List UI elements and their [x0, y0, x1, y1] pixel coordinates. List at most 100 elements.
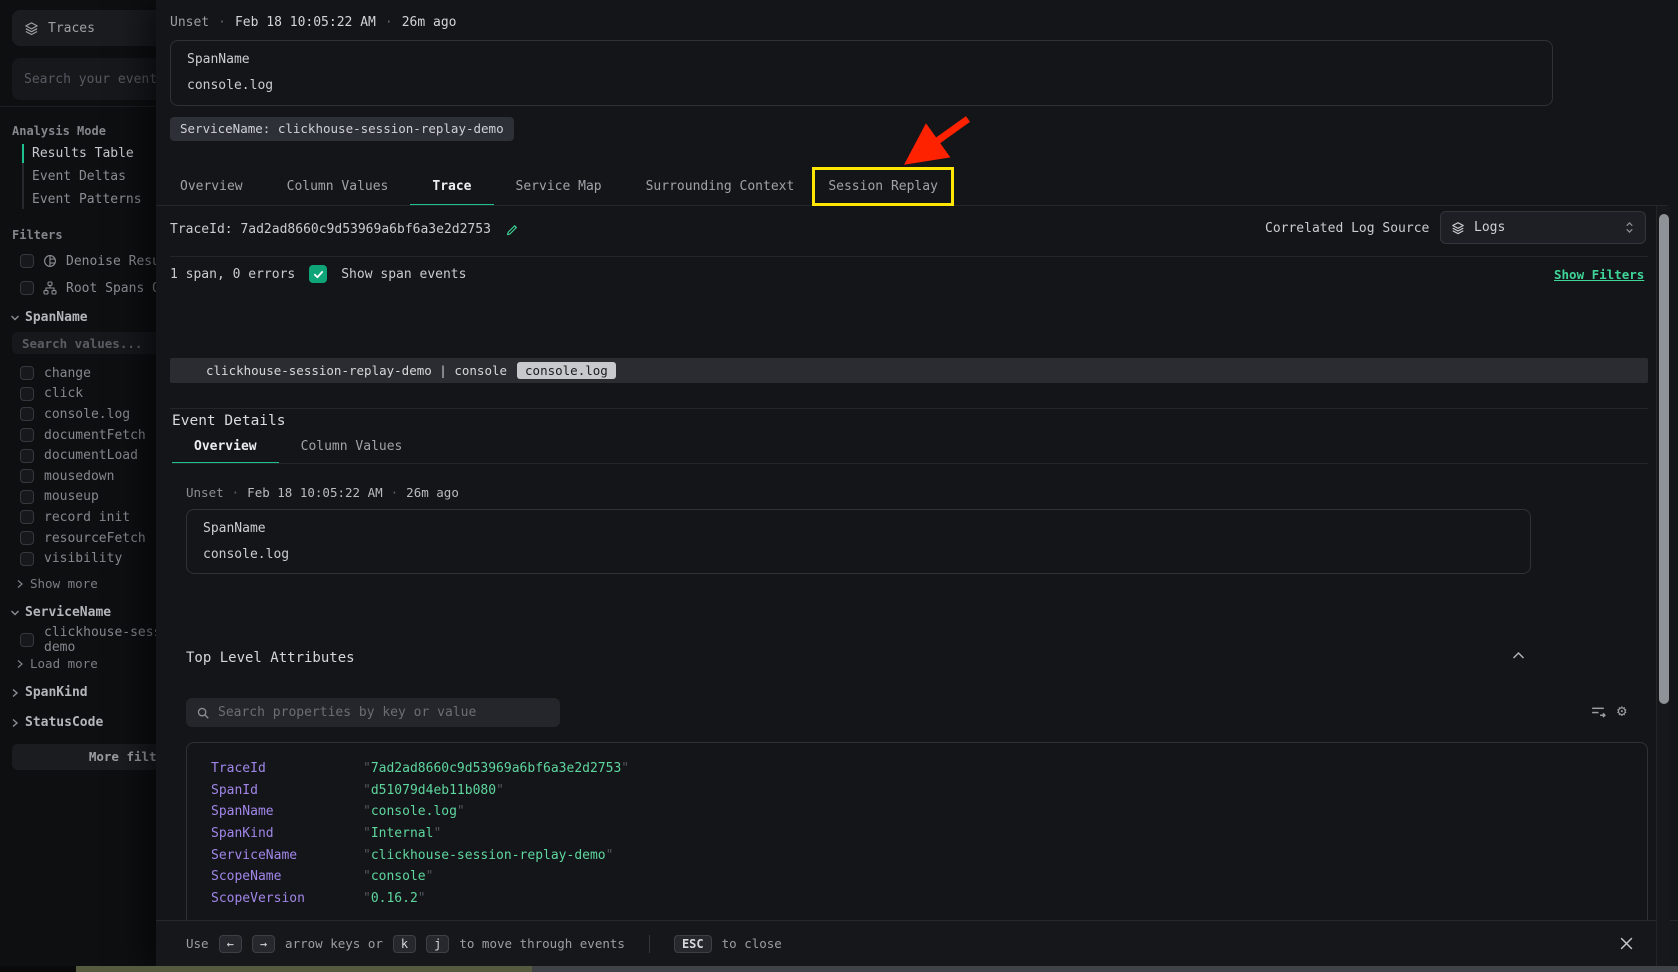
tab-session-replay[interactable]: Session Replay: [816, 169, 950, 206]
span-name-card-2: SpanName console.log: [186, 509, 1531, 574]
section-service-name[interactable]: ServiceName: [10, 605, 111, 620]
log-source-select[interactable]: Logs: [1440, 211, 1646, 244]
section-status-code[interactable]: StatusCode: [10, 715, 103, 730]
vertical-scrollbar-thumb[interactable]: [1659, 214, 1669, 704]
vertical-scrollbar-track[interactable]: [1656, 206, 1670, 966]
value-label: change: [44, 366, 91, 381]
span-card-value: console.log: [203, 547, 289, 562]
hint-text: arrow keys or: [285, 936, 383, 951]
attribute-row[interactable]: SpanKindInternal: [187, 823, 1647, 845]
waterfall-span-chip[interactable]: console.log: [517, 362, 616, 379]
attribute-row[interactable]: SpanNameconsole.log: [187, 801, 1647, 823]
attribute-value[interactable]: d51079d4eb11b080: [363, 783, 504, 798]
search-icon: [196, 706, 210, 720]
tab-overview[interactable]: Overview: [170, 169, 265, 206]
attribute-value[interactable]: clickhouse-session-replay-demo: [363, 848, 613, 863]
section-title: SpanName: [25, 310, 88, 325]
value-checkbox[interactable]: [20, 449, 34, 463]
tab-surrounding-context[interactable]: Surrounding Context: [624, 169, 817, 206]
event-details-title: Event Details: [172, 413, 286, 429]
hint-text: Use: [186, 936, 209, 951]
denoise-checkbox[interactable]: [20, 254, 34, 268]
attribute-value[interactable]: Internal: [363, 826, 441, 841]
separator: ·: [218, 15, 226, 30]
value-checkbox[interactable]: [20, 428, 34, 442]
value-checkbox[interactable]: [20, 552, 34, 566]
value-checkbox[interactable]: [20, 469, 34, 483]
value-label: mouseup: [44, 489, 99, 504]
denoise-icon: [43, 254, 57, 268]
k-key: k: [393, 935, 416, 953]
value-label: resourceFetch: [44, 531, 146, 546]
attribute-key[interactable]: ScopeName: [211, 869, 363, 884]
attribute-value[interactable]: 0.16.2: [363, 891, 426, 906]
show-filters-link[interactable]: Show Filters: [1554, 267, 1644, 282]
attribute-row[interactable]: ServiceNameclickhouse-session-replay-dem…: [187, 844, 1647, 866]
section-divider: [170, 408, 1648, 409]
layers-icon: [1451, 221, 1465, 235]
section-title: SpanKind: [25, 685, 88, 700]
attribute-key[interactable]: SpanName: [211, 804, 363, 819]
page-hscrollbar-track[interactable]: [532, 966, 1678, 972]
value-label: console.log: [44, 407, 130, 422]
value-checkbox[interactable]: [20, 366, 34, 380]
attribute-row[interactable]: TraceId7ad2ad8660c9d53969a6bf6a3e2d2753: [187, 758, 1647, 780]
section-title: ServiceName: [25, 605, 111, 620]
attribute-row[interactable]: ScopeVersion0.16.2: [187, 888, 1647, 910]
attributes-table: TraceId7ad2ad8660c9d53969a6bf6a3e2d2753 …: [186, 742, 1648, 920]
section-span-name[interactable]: SpanName: [10, 310, 88, 325]
attribute-key[interactable]: ScopeVersion: [211, 891, 363, 906]
attribute-value[interactable]: console.log: [363, 804, 465, 819]
tab-service-map[interactable]: Service Map: [494, 169, 624, 206]
properties-search[interactable]: [186, 698, 560, 727]
subtab-overview[interactable]: Overview: [172, 431, 279, 464]
value-checkbox[interactable]: [20, 510, 34, 524]
analysis-mode-title: Analysis Mode: [12, 124, 106, 138]
subtab-column-values[interactable]: Column Values: [279, 431, 425, 464]
attribute-key[interactable]: ServiceName: [211, 848, 363, 863]
edit-trace-id-icon[interactable]: [505, 223, 519, 237]
correlated-log-source-label: Correlated Log Source: [1265, 221, 1429, 236]
annotation-arrow: [874, 113, 978, 171]
value-checkbox[interactable]: [20, 407, 34, 421]
hint-text: to close: [722, 936, 782, 951]
close-icon[interactable]: [1619, 936, 1634, 951]
chevron-down-icon: [10, 608, 20, 618]
properties-search-input[interactable]: [218, 705, 550, 720]
attribute-value[interactable]: 7ad2ad8660c9d53969a6bf6a3e2d2753: [363, 761, 629, 776]
value-checkbox[interactable]: [20, 490, 34, 504]
timestamp: Feb 18 10:05:22 AM: [235, 15, 376, 30]
span-card-value: console.log: [187, 78, 273, 93]
attribute-key[interactable]: TraceId: [211, 761, 363, 776]
source-select-label: Traces: [48, 21, 95, 36]
collapse-chevron-up-icon[interactable]: [1512, 651, 1525, 660]
chevron-down-icon: [10, 313, 20, 323]
show-span-events-checkbox[interactable]: [309, 265, 327, 283]
attribute-row[interactable]: ScopeNameconsole: [187, 866, 1647, 888]
waterfall-span-row[interactable]: clickhouse-session-replay-demo | console…: [170, 358, 1648, 383]
attribute-key[interactable]: SpanId: [211, 783, 363, 798]
value-checkbox[interactable]: [20, 387, 34, 401]
service-name-load-more[interactable]: Load more: [16, 656, 98, 671]
value-label: visibility: [44, 551, 122, 566]
show-span-events-label: Show span events: [341, 267, 466, 282]
root-spans-checkbox[interactable]: [20, 281, 34, 295]
service-name-filter-chip[interactable]: ServiceName: clickhouse-session-replay-d…: [170, 117, 514, 141]
attribute-value[interactable]: console: [363, 869, 433, 884]
gear-icon[interactable]: ⚙: [1617, 701, 1627, 720]
value-checkbox[interactable]: [20, 531, 34, 545]
tab-trace[interactable]: Trace: [410, 169, 493, 206]
section-span-kind[interactable]: SpanKind: [10, 685, 88, 700]
keyboard-hints-footer: Use ← → arrow keys or k j to move throug…: [156, 920, 1678, 966]
filter-lines-icon[interactable]: [1590, 703, 1607, 720]
status-badge: Unset: [186, 485, 224, 500]
value-label: click: [44, 386, 83, 401]
attribute-row[interactable]: SpanIdd51079d4eb11b080: [187, 780, 1647, 802]
app-screen: Traces Analysis Mode Results Table Event…: [0, 0, 1678, 972]
tab-column-values[interactable]: Column Values: [265, 169, 411, 206]
value-checkbox[interactable]: [20, 633, 34, 647]
event-details-tabs: Overview Column Values: [172, 431, 424, 464]
attribute-key[interactable]: SpanKind: [211, 826, 363, 841]
span-name-show-more[interactable]: Show more: [16, 576, 98, 591]
page-hscrollbar-thumb[interactable]: [76, 966, 532, 972]
